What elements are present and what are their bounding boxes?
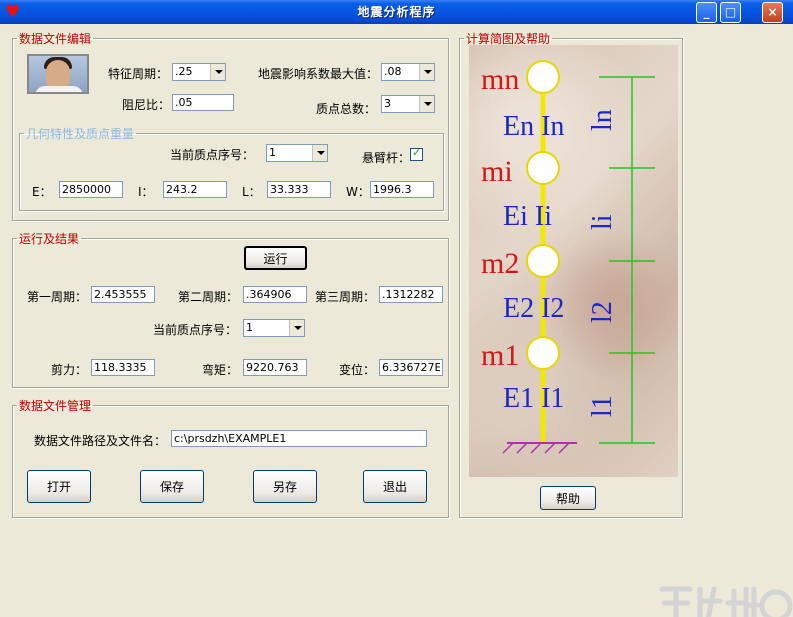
total-select-value: 3 bbox=[384, 97, 391, 110]
shear-output[interactable] bbox=[91, 359, 155, 376]
w-input[interactable] bbox=[370, 181, 434, 198]
period2-output[interactable] bbox=[243, 286, 307, 303]
structure-diagram: mn mi m2 m1 En In Ei Ii E2 I2 E1 I1 ln l… bbox=[469, 45, 678, 477]
length-label-n: ln bbox=[587, 109, 618, 131]
total-label: 质点总数： bbox=[316, 102, 377, 116]
save-as-button[interactable]: 另存 bbox=[253, 470, 317, 503]
file-management-legend: 数据文件管理 bbox=[19, 399, 92, 413]
stiffness-label-i: Ei Ii bbox=[503, 201, 552, 232]
total-select[interactable]: 3 bbox=[381, 95, 435, 113]
exit-button[interactable]: 退出 bbox=[363, 470, 427, 503]
length-label-2: l2 bbox=[587, 301, 618, 323]
shear-label: 剪力： bbox=[51, 363, 88, 377]
open-button[interactable]: 打开 bbox=[27, 470, 91, 503]
run-index-label: 当前质点序号： bbox=[153, 323, 238, 337]
chevron-down-icon[interactable] bbox=[419, 96, 434, 112]
chevron-down-icon[interactable] bbox=[289, 320, 304, 336]
alpha-select-value: .08 bbox=[384, 65, 402, 78]
period-select-value: .25 bbox=[175, 65, 193, 78]
mass-label-n: mn bbox=[481, 63, 519, 96]
i-label: I： bbox=[138, 185, 154, 199]
mass-node-n bbox=[526, 60, 560, 94]
geometry-index-value: 1 bbox=[269, 146, 276, 159]
run-index-select[interactable]: 1 bbox=[243, 319, 305, 337]
damping-input[interactable] bbox=[172, 94, 234, 111]
maximize-button[interactable]: □ bbox=[720, 2, 741, 23]
l-label: L： bbox=[242, 185, 261, 199]
stiffness-label-1: E1 I1 bbox=[503, 383, 564, 414]
length-label-i: li bbox=[587, 214, 618, 230]
cantilever-diagram: mn mi m2 m1 En In Ei Ii E2 I2 E1 I1 ln l… bbox=[481, 60, 655, 454]
minimize-button[interactable]: _ bbox=[696, 2, 717, 23]
geometry-index-label: 当前质点序号： bbox=[170, 148, 255, 162]
cantilever-label: 悬臂杆： bbox=[362, 151, 411, 165]
author-photo bbox=[27, 54, 89, 94]
path-label: 数据文件路径及文件名： bbox=[34, 434, 167, 448]
mass-label-2: m2 bbox=[481, 247, 519, 280]
damping-label: 阻尼比： bbox=[122, 98, 171, 112]
period-label: 特征周期： bbox=[108, 67, 169, 81]
save-button[interactable]: 保存 bbox=[140, 470, 204, 503]
geometry-index-select[interactable]: 1 bbox=[266, 144, 328, 162]
period2-label: 第二周期： bbox=[178, 290, 239, 304]
stiffness-label-n: En In bbox=[503, 111, 564, 142]
geometry-legend: 几何特性及质点重量 bbox=[26, 127, 135, 141]
mass-label-i: mi bbox=[481, 155, 513, 188]
displacement-label: 变位： bbox=[339, 363, 376, 377]
e-input[interactable] bbox=[59, 181, 123, 198]
chevron-down-icon[interactable] bbox=[210, 64, 225, 80]
moment-label: 弯矩： bbox=[202, 363, 239, 377]
data-edit-legend: 数据文件编辑 bbox=[19, 32, 92, 46]
window-client: 数据文件编辑 特征周期： .25 地震影响系数最大值： .08 阻尼比： 质点总… bbox=[4, 24, 793, 617]
alpha-label: 地震影响系数最大值： bbox=[258, 67, 379, 81]
stiffness-label-2: E2 I2 bbox=[503, 293, 564, 324]
period3-output[interactable] bbox=[379, 286, 443, 303]
cantilever-checkbox[interactable] bbox=[410, 146, 423, 161]
run-button[interactable]: 运行 bbox=[244, 246, 307, 270]
mass-node-2 bbox=[526, 244, 560, 278]
alpha-select[interactable]: .08 bbox=[381, 63, 435, 81]
geometry-group: 几何特性及质点重量 bbox=[19, 125, 444, 211]
period1-label: 第一周期： bbox=[27, 290, 88, 304]
e-label: E： bbox=[32, 185, 52, 199]
chevron-down-icon[interactable] bbox=[312, 145, 327, 161]
i-input[interactable] bbox=[163, 181, 227, 198]
mass-node-1 bbox=[526, 336, 560, 370]
mass-label-1: m1 bbox=[481, 339, 519, 372]
moment-output[interactable] bbox=[243, 359, 307, 376]
path-input[interactable] bbox=[171, 430, 427, 447]
l-input[interactable] bbox=[267, 181, 331, 198]
close-button[interactable]: × bbox=[762, 2, 783, 23]
run-results-legend: 运行及结果 bbox=[19, 232, 80, 246]
title-bar[interactable]: ♥ 地震分析程序 _ □ × bbox=[0, 0, 793, 24]
period1-output[interactable] bbox=[91, 286, 155, 303]
displacement-output[interactable] bbox=[379, 359, 443, 376]
period3-label: 第三周期： bbox=[315, 290, 376, 304]
help-button[interactable]: 帮助 bbox=[540, 486, 596, 510]
ground-hatch bbox=[502, 442, 570, 454]
w-label: W： bbox=[346, 185, 370, 199]
period-select[interactable]: .25 bbox=[172, 63, 226, 81]
run-index-value: 1 bbox=[246, 321, 253, 334]
chevron-down-icon[interactable] bbox=[419, 64, 434, 80]
watermark-logo bbox=[659, 586, 793, 617]
window-title: 地震分析程序 bbox=[357, 5, 436, 19]
mass-node-i bbox=[526, 151, 560, 185]
length-label-1: l1 bbox=[587, 395, 618, 417]
